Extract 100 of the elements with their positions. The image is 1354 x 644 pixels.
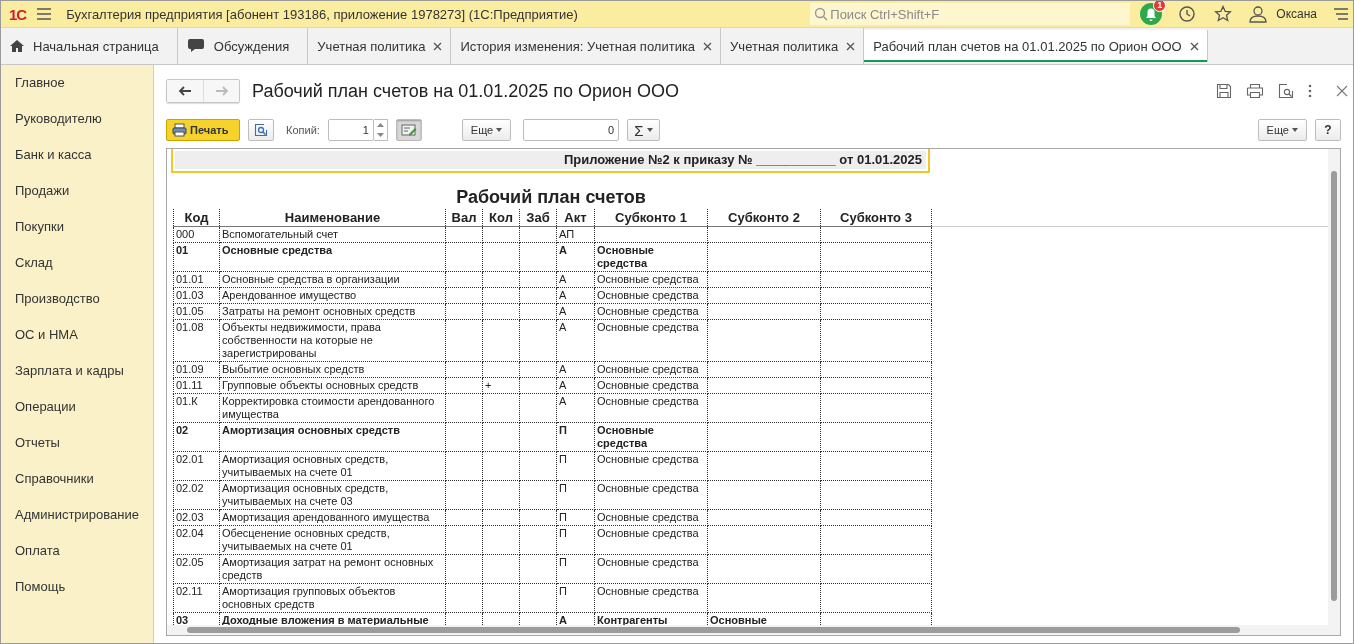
- horizontal-scrollbar[interactable]: [167, 625, 1340, 635]
- table-cell: 01.03: [176, 289, 204, 301]
- chat-icon: [187, 38, 206, 54]
- table-cell: Амортизация основных средств, учитываемых на счете 03: [222, 482, 389, 507]
- menu-icon[interactable]: [1333, 7, 1349, 21]
- star-icon[interactable]: [1214, 5, 1233, 23]
- spin-up-icon[interactable]: [376, 123, 384, 127]
- table-cell: А: [559, 379, 567, 391]
- table-cell: 02.05: [176, 556, 204, 568]
- table-cell: 01.05: [176, 305, 204, 317]
- table-cell: Контрагенты: [597, 614, 668, 626]
- app-logo: 1С: [9, 5, 27, 23]
- table-cell: П: [559, 556, 567, 568]
- table-cell: Основные средства: [597, 379, 699, 391]
- table-cell: А: [559, 363, 567, 375]
- sum-button[interactable]: Σ: [627, 119, 660, 141]
- tab[interactable]: Начальная страница: [1, 28, 178, 64]
- column-header: Кол: [489, 210, 513, 225]
- sidebar-item[interactable]: Администрирование: [15, 507, 139, 522]
- search-icon: [814, 7, 829, 21]
- table-cell: Вспомогательный счет: [222, 228, 339, 240]
- sidebar-item[interactable]: Главное: [15, 75, 65, 90]
- table-cell: 01.08: [176, 321, 204, 333]
- sidebar-item[interactable]: Банк и касса: [15, 147, 92, 162]
- table-cell: Доходные вложения в материальные: [222, 614, 429, 626]
- table-cell: 01.09: [176, 363, 204, 375]
- more-button[interactable]: Еще: [461, 119, 512, 141]
- close-icon[interactable]: [1336, 85, 1348, 97]
- search-field[interactable]: Поиск Ctrl+Shift+F: [810, 3, 1131, 25]
- table-cell: 01.К: [176, 395, 198, 407]
- table-cell: Основные средства: [597, 424, 654, 449]
- column-header: Акт: [564, 210, 587, 225]
- column-header: Код: [184, 210, 209, 225]
- preview-button[interactable]: [248, 119, 274, 141]
- close-icon[interactable]: [1189, 41, 1199, 51]
- table-cell: 02.11: [176, 585, 203, 597]
- table-cell: 02: [176, 424, 189, 436]
- table-cell: Амортизация групповых объектов основных средств: [222, 585, 396, 610]
- more-icon[interactable]: [1308, 84, 1312, 98]
- column-header: Наименование: [284, 210, 381, 225]
- table-cell: Амортизация основных средств: [222, 424, 400, 436]
- copies-label: Копий:: [286, 124, 320, 136]
- preview-icon[interactable]: [1278, 83, 1294, 99]
- table-cell: 01: [176, 244, 189, 256]
- copies-field[interactable]: 1: [327, 119, 374, 141]
- tab[interactable]: История изменения: Учетная политика: [451, 28, 722, 64]
- table-cell: Основные средства: [597, 511, 699, 523]
- table-cell: Амортизация основных средств, учитываемых на счете 01: [222, 453, 389, 478]
- table-cell: А: [559, 305, 567, 317]
- sidebar-item[interactable]: ОС и НМА: [15, 327, 78, 342]
- table-cell: 02.04: [176, 527, 204, 539]
- sidebar-item[interactable]: Продажи: [15, 183, 70, 198]
- table-cell: 03: [176, 614, 189, 626]
- table-cell: Объекты недвижимости, права собственности на которые не зарегистрированы: [222, 321, 381, 359]
- print-button[interactable]: Печать: [166, 119, 240, 141]
- column-header: Вал: [451, 210, 477, 225]
- sidebar-item[interactable]: Помощь: [15, 579, 66, 594]
- tab[interactable]: Обсуждения: [177, 28, 309, 64]
- table-cell: Основные средства: [597, 453, 699, 465]
- column-header: Субконто 2: [728, 210, 800, 225]
- tab[interactable]: Рабочий план счетов на 01.01.2025 по Орион ООО: [864, 30, 1208, 62]
- sum-field[interactable]: 0: [523, 119, 620, 141]
- help-button[interactable]: ?: [1315, 119, 1341, 141]
- edit-toggle[interactable]: [395, 119, 422, 141]
- forward-arrow-icon: [214, 86, 229, 96]
- close-icon[interactable]: [703, 41, 713, 51]
- table-cell: П: [559, 424, 567, 436]
- table-cell: Выбытие основных средств: [222, 363, 365, 375]
- user-name[interactable]: Оксана: [1276, 7, 1317, 21]
- tab[interactable]: Учетная политика: [308, 28, 452, 64]
- vertical-scrollbar[interactable]: [1328, 149, 1340, 625]
- sidebar-item[interactable]: Руководителю: [15, 111, 102, 126]
- table-cell: Основные средства: [597, 395, 699, 407]
- sidebar-item[interactable]: Зарплата и кадры: [15, 363, 124, 378]
- sidebar-item[interactable]: Производство: [15, 291, 100, 306]
- close-icon[interactable]: [846, 41, 856, 51]
- table-cell: А: [559, 289, 567, 301]
- menu-icon[interactable]: [36, 7, 53, 21]
- table-cell: Основные: [710, 614, 767, 626]
- sidebar-item[interactable]: Отчеты: [15, 435, 60, 450]
- spin-down-icon[interactable]: [376, 133, 384, 137]
- printer-icon[interactable]: [1246, 83, 1264, 99]
- sidebar-item[interactable]: Покупки: [15, 219, 64, 234]
- caret-icon: [1292, 128, 1298, 132]
- sidebar-item[interactable]: Оплата: [15, 543, 60, 558]
- history-icon[interactable]: [1178, 5, 1197, 23]
- more-button[interactable]: Еще: [1257, 119, 1307, 141]
- table-cell: АП: [559, 228, 575, 240]
- report-title: Рабочий план счетов: [456, 187, 646, 207]
- back-button[interactable]: [167, 80, 203, 102]
- column-header: Субконто 1: [615, 210, 687, 225]
- table-cell: +: [485, 379, 492, 391]
- sidebar-item[interactable]: Справочники: [15, 471, 94, 486]
- close-icon[interactable]: [433, 41, 443, 51]
- table-cell: Основные средства: [597, 305, 699, 317]
- save-icon[interactable]: [1216, 83, 1232, 99]
- sidebar-item[interactable]: Склад: [15, 255, 53, 270]
- sidebar-item[interactable]: Операции: [15, 399, 76, 414]
- user-icon[interactable]: [1248, 5, 1269, 23]
- table-cell: Основные средства: [597, 289, 699, 301]
